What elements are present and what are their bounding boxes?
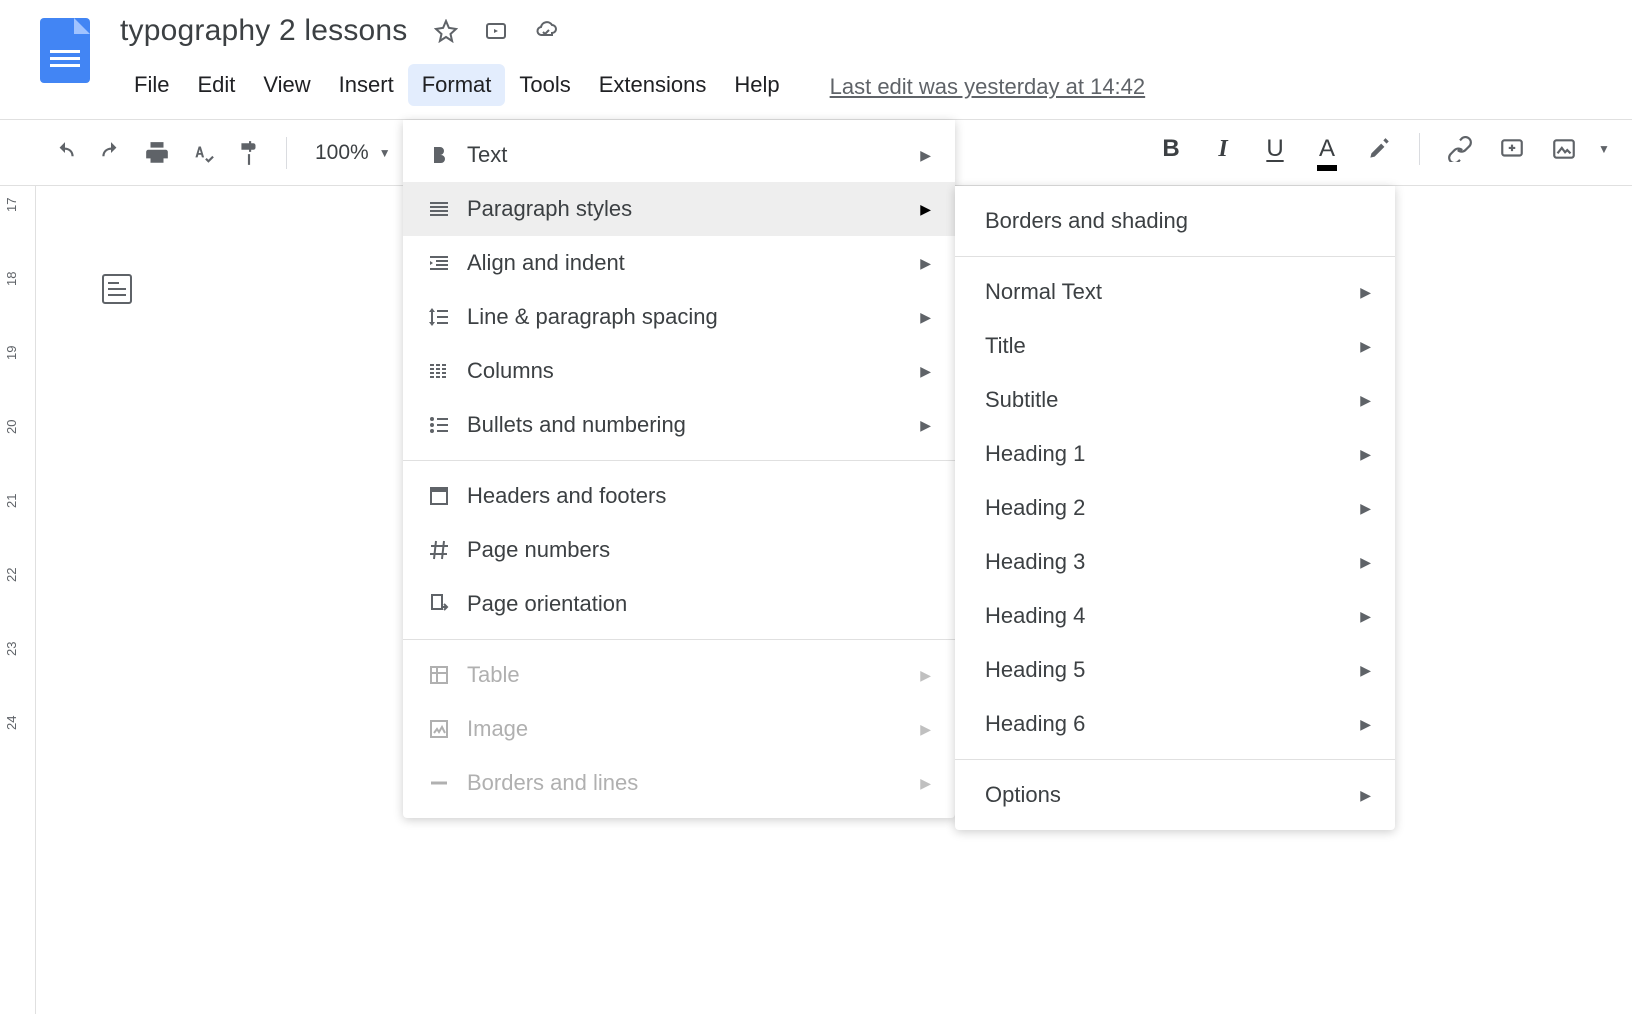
- menu-item-heading-4[interactable]: Heading 4 ▶: [955, 589, 1395, 643]
- menu-item-headers-footers[interactable]: Headers and footers: [403, 469, 955, 523]
- menu-divider: [955, 759, 1395, 760]
- menu-tools[interactable]: Tools: [505, 64, 584, 106]
- menu-item-heading-3[interactable]: Heading 3 ▶: [955, 535, 1395, 589]
- chevron-right-icon: ▶: [920, 667, 931, 684]
- italic-button[interactable]: I: [1199, 128, 1247, 170]
- chevron-right-icon: ▶: [920, 775, 931, 792]
- paragraph-styles-submenu: Borders and shading Normal Text ▶ Title …: [955, 186, 1395, 830]
- menu-divider: [403, 460, 955, 461]
- last-edit-info[interactable]: Last edit was yesterday at 14:42: [830, 70, 1146, 100]
- chevron-right-icon: ▶: [1360, 338, 1371, 355]
- menu-item-line-spacing[interactable]: Line & paragraph spacing ▶: [403, 290, 955, 344]
- line-icon: [427, 771, 467, 795]
- menu-view[interactable]: View: [249, 64, 324, 106]
- star-icon[interactable]: [434, 19, 458, 43]
- toolbar-separator: [286, 137, 287, 169]
- header: typography 2 lessons File Edit View Inse…: [0, 0, 1632, 120]
- menu-edit[interactable]: Edit: [183, 64, 249, 106]
- menu-help[interactable]: Help: [720, 64, 793, 106]
- chevron-right-icon: ▶: [920, 201, 931, 218]
- menu-file[interactable]: File: [120, 64, 183, 106]
- image-icon: [427, 717, 467, 741]
- menu-item-page-orientation[interactable]: Page orientation: [403, 577, 955, 631]
- menu-item-table: Table ▶: [403, 648, 955, 702]
- columns-icon: [427, 359, 467, 383]
- zoom-value: 100%: [315, 141, 369, 165]
- menu-format[interactable]: Format: [408, 64, 506, 106]
- menu-item-borders-shading[interactable]: Borders and shading: [955, 194, 1395, 248]
- menu-item-heading-6[interactable]: Heading 6 ▶: [955, 697, 1395, 751]
- toolbar-separator: [1419, 133, 1420, 165]
- menu-extensions[interactable]: Extensions: [585, 64, 721, 106]
- menu-item-heading-1[interactable]: Heading 1 ▶: [955, 427, 1395, 481]
- highlight-color-button[interactable]: [1355, 128, 1403, 170]
- redo-button[interactable]: [90, 132, 132, 174]
- cloud-status-icon[interactable]: [534, 19, 558, 43]
- paragraph-icon: [427, 197, 467, 221]
- menu-item-borders-lines: Borders and lines ▶: [403, 756, 955, 810]
- chevron-right-icon: ▶: [920, 721, 931, 738]
- menu-divider: [955, 256, 1395, 257]
- menu-item-normal-text[interactable]: Normal Text ▶: [955, 265, 1395, 319]
- chevron-right-icon: ▶: [1360, 392, 1371, 409]
- menu-item-subtitle[interactable]: Subtitle ▶: [955, 373, 1395, 427]
- add-comment-button[interactable]: [1488, 128, 1536, 170]
- menu-item-text[interactable]: Text ▶: [403, 128, 955, 182]
- indent-icon: [427, 251, 467, 275]
- chevron-right-icon: ▶: [920, 255, 931, 272]
- docs-logo-icon[interactable]: [40, 18, 90, 83]
- chevron-right-icon: ▶: [1360, 662, 1371, 679]
- table-icon: [427, 663, 467, 687]
- insert-link-button[interactable]: [1436, 128, 1484, 170]
- toolbar-right: B I U A ▼: [1147, 128, 1616, 170]
- menu-item-heading-5[interactable]: Heading 5 ▶: [955, 643, 1395, 697]
- document-outline-icon[interactable]: [102, 274, 132, 304]
- print-button[interactable]: [136, 132, 178, 174]
- menu-item-paragraph-styles[interactable]: Paragraph styles ▶: [403, 182, 955, 236]
- menu-item-align-indent[interactable]: Align and indent ▶: [403, 236, 955, 290]
- chevron-right-icon: ▶: [920, 147, 931, 164]
- insert-image-button[interactable]: [1540, 128, 1588, 170]
- caret-down-icon: ▼: [379, 146, 391, 160]
- spellcheck-button[interactable]: [182, 132, 224, 174]
- chevron-right-icon: ▶: [1360, 787, 1371, 804]
- format-dropdown-menu: Text ▶ Paragraph styles ▶ Align and inde…: [403, 120, 955, 818]
- bold-icon: [427, 143, 467, 167]
- menu-item-columns[interactable]: Columns ▶: [403, 344, 955, 398]
- chevron-right-icon: ▶: [1360, 608, 1371, 625]
- menu-item-page-numbers[interactable]: Page numbers: [403, 523, 955, 577]
- chevron-right-icon: ▶: [920, 417, 931, 434]
- bullets-icon: [427, 413, 467, 437]
- chevron-right-icon: ▶: [920, 363, 931, 380]
- line-spacing-icon: [427, 305, 467, 329]
- menu-item-bullets-numbering[interactable]: Bullets and numbering ▶: [403, 398, 955, 452]
- menu-item-image: Image ▶: [403, 702, 955, 756]
- menu-insert[interactable]: Insert: [325, 64, 408, 106]
- chevron-right-icon: ▶: [1360, 500, 1371, 517]
- paint-format-button[interactable]: [228, 132, 270, 174]
- menu-item-options[interactable]: Options ▶: [955, 768, 1395, 822]
- menu-divider: [403, 639, 955, 640]
- vertical-ruler: 17 18 19 20 21 22 23 24: [0, 186, 36, 1014]
- move-icon[interactable]: [484, 19, 508, 43]
- chevron-right-icon: ▶: [1360, 554, 1371, 571]
- bold-button[interactable]: B: [1147, 128, 1195, 170]
- underline-button[interactable]: U: [1251, 128, 1299, 170]
- undo-button[interactable]: [44, 132, 86, 174]
- hash-icon: [427, 538, 467, 562]
- chevron-right-icon: ▶: [1360, 446, 1371, 463]
- menubar: File Edit View Insert Format Tools Exten…: [120, 64, 1145, 106]
- title-area: typography 2 lessons File Edit View Inse…: [120, 10, 1145, 106]
- document-title[interactable]: typography 2 lessons: [120, 14, 408, 48]
- header-footer-icon: [427, 484, 467, 508]
- menu-item-heading-2[interactable]: Heading 2 ▶: [955, 481, 1395, 535]
- zoom-select[interactable]: 100% ▼: [303, 141, 403, 165]
- text-color-button[interactable]: A: [1303, 128, 1351, 170]
- chevron-right-icon: ▶: [1360, 716, 1371, 733]
- chevron-right-icon: ▶: [1360, 284, 1371, 301]
- orientation-icon: [427, 592, 467, 616]
- chevron-right-icon: ▶: [920, 309, 931, 326]
- menu-item-title[interactable]: Title ▶: [955, 319, 1395, 373]
- image-dropdown-button[interactable]: ▼: [1592, 128, 1616, 170]
